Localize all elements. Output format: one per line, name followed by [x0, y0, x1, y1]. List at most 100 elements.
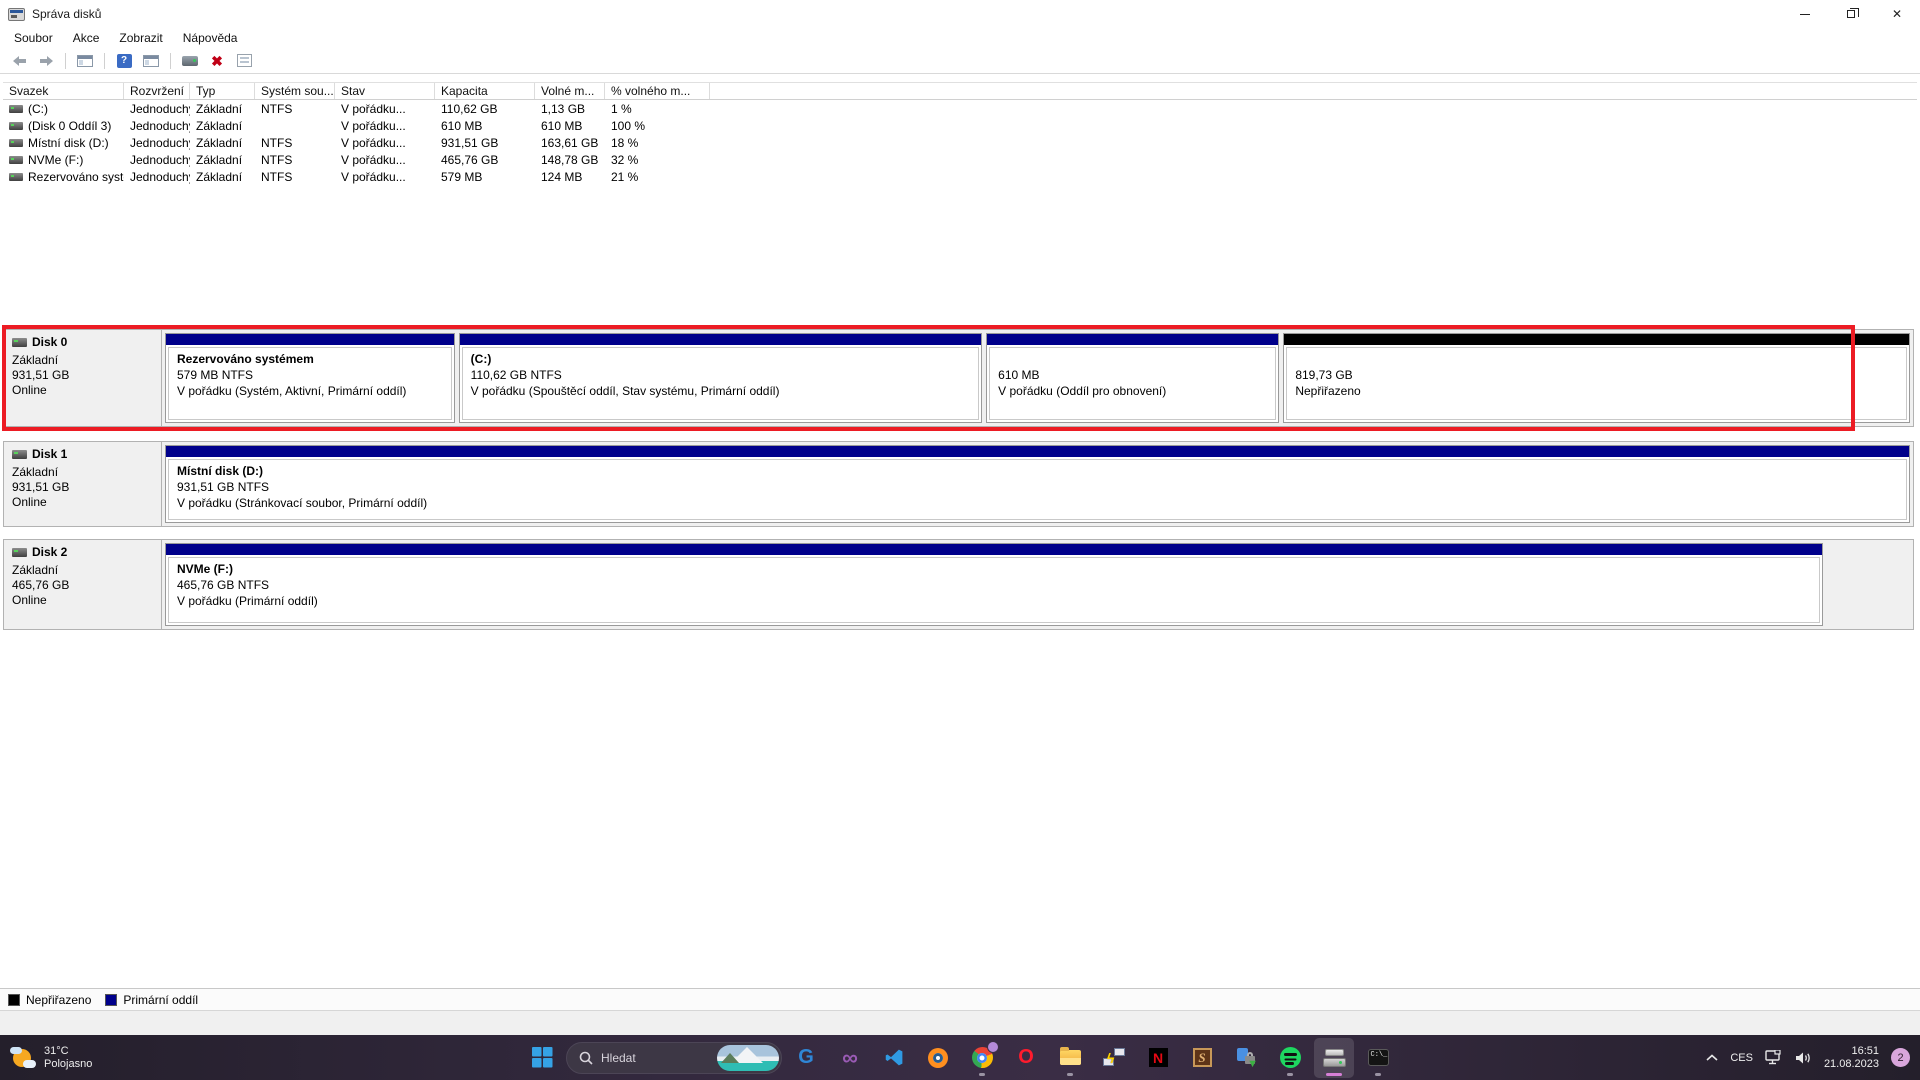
disk-0-row: Disk 0 Základní 931,51 GB Online Rezervo…	[3, 329, 1914, 427]
disk-0-label[interactable]: Disk 0 Základní 931,51 GB Online	[4, 330, 162, 426]
legend-bar: Nepřiřazeno Primární oddíl	[0, 988, 1920, 1010]
action-pane-button[interactable]	[140, 51, 162, 71]
disk-management-window: Správa disků ✕ Soubor Akce Zobrazit Nápo…	[0, 0, 1920, 1035]
disk-status: Online	[12, 495, 153, 510]
console-icon	[143, 55, 159, 67]
spotify-icon[interactable]	[1270, 1038, 1310, 1078]
s-app-icon[interactable]: S	[1182, 1038, 1222, 1078]
column-header-volne[interactable]: Volné m...	[535, 83, 605, 99]
disk-management-icon[interactable]	[1314, 1038, 1354, 1078]
cell-procento: 32 %	[605, 151, 710, 168]
toolbar-separator	[104, 53, 105, 69]
tray-chevron-button[interactable]	[1706, 1054, 1718, 1062]
disk-drive-icon	[12, 450, 27, 459]
table-row[interactable]: NVMe (F:) Jednoduchý Základní NTFS V poř…	[3, 151, 1917, 168]
blender-logo-icon	[928, 1048, 948, 1068]
blender-icon[interactable]	[918, 1038, 958, 1078]
search-input[interactable]: Hledat	[566, 1042, 782, 1074]
column-header-procento[interactable]: % volného m...	[605, 83, 710, 99]
menu-zobrazit[interactable]: Zobrazit	[111, 29, 170, 47]
cell-svazek: Místní disk (D:)	[28, 136, 109, 150]
help-button[interactable]: ?	[113, 51, 135, 71]
restore-button[interactable]	[1828, 0, 1874, 28]
back-button[interactable]	[8, 51, 30, 71]
forward-button[interactable]	[35, 51, 57, 71]
partition-c[interactable]: (C:) 110,62 GB NTFS V pořádku (Spouštěcí…	[459, 333, 983, 423]
disk-icon	[182, 56, 198, 66]
partition-title	[1295, 351, 1898, 367]
minimize-button[interactable]	[1782, 0, 1828, 28]
language-indicator[interactable]: CES	[1730, 1052, 1753, 1064]
column-header-kapacita[interactable]: Kapacita	[435, 83, 535, 99]
vscode-icon[interactable]	[874, 1038, 914, 1078]
speaker-icon	[1795, 1051, 1812, 1065]
network-icon	[1765, 1050, 1783, 1065]
console-tree-button[interactable]	[74, 51, 96, 71]
remote-desktop-icon[interactable]: ϟ	[1094, 1038, 1134, 1078]
cell-typ: Základní	[190, 168, 255, 185]
disk-1-label[interactable]: Disk 1 Základní 931,51 GB Online	[4, 442, 162, 526]
cell-rozvrzeni: Jednoduchý	[124, 151, 190, 168]
lock-icon: ▼	[1236, 1048, 1256, 1068]
table-row[interactable]: Rezervováno systé... Jednoduchý Základní…	[3, 168, 1917, 185]
primary-partition-swatch	[105, 994, 117, 1006]
netflix-icon[interactable]: N	[1138, 1038, 1178, 1078]
column-header-system[interactable]: Systém sou...	[255, 83, 335, 99]
column-header-filler	[710, 83, 1917, 99]
legend-unallocated: Nepřiřazeno	[8, 993, 91, 1007]
menu-napoveda[interactable]: Nápověda	[175, 29, 246, 47]
column-header-svazek[interactable]: Svazek	[3, 83, 124, 99]
column-header-typ[interactable]: Typ	[190, 83, 255, 99]
volume-icon	[9, 173, 23, 181]
table-row[interactable]: (Disk 0 Oddíl 3) Jednoduchý Základní V p…	[3, 117, 1917, 134]
partition-status: V pořádku (Primární oddíl)	[177, 593, 1811, 609]
window-title: Správa disků	[32, 7, 101, 21]
opera-icon[interactable]: O	[1006, 1038, 1046, 1078]
terminal-icon[interactable]: C:\_	[1358, 1038, 1398, 1078]
volume-icon	[9, 105, 23, 113]
cell-svazek: Rezervováno systé...	[28, 170, 124, 184]
security-lock-icon[interactable]: ▼	[1226, 1038, 1266, 1078]
running-indicator	[979, 1073, 985, 1076]
partition-color-bar	[166, 446, 1909, 457]
menu-soubor[interactable]: Soubor	[6, 29, 61, 47]
partition-system-reserved[interactable]: Rezervováno systémem 579 MB NTFS V pořád…	[165, 333, 455, 423]
delete-volume-button[interactable]: ✖	[206, 51, 228, 71]
titlebar: Správa disků ✕	[0, 0, 1920, 28]
unallocated-swatch	[8, 994, 20, 1006]
g-browser-icon[interactable]: G	[786, 1038, 826, 1078]
partition-unallocated[interactable]: 819,73 GB Nepřiřazeno	[1283, 333, 1910, 423]
close-button[interactable]: ✕	[1874, 0, 1920, 28]
table-row[interactable]: (C:) Jednoduchý Základní NTFS V pořádku.…	[3, 100, 1917, 117]
chevron-up-icon	[1706, 1054, 1718, 1062]
volume-icon	[9, 139, 23, 147]
column-header-stav[interactable]: Stav	[335, 83, 435, 99]
visual-studio-icon[interactable]: ∞	[830, 1038, 870, 1078]
legend-label: Primární oddíl	[123, 993, 198, 1007]
volume-button[interactable]	[1795, 1051, 1812, 1065]
disk-2-label[interactable]: Disk 2 Základní 465,76 GB Online	[4, 540, 162, 629]
column-header-rozvrzeni[interactable]: Rozvržení	[124, 83, 190, 99]
partition-status: V pořádku (Stránkovací soubor, Primární …	[177, 495, 1898, 511]
menu-akce[interactable]: Akce	[65, 29, 108, 47]
partition-status: V pořádku (Oddíl pro obnovení)	[998, 383, 1267, 399]
properties-button[interactable]	[233, 51, 255, 71]
status-strip	[0, 1010, 1920, 1035]
disk-drive-icon	[12, 338, 27, 347]
network-button[interactable]	[1765, 1050, 1783, 1065]
partition-recovery[interactable]: 610 MB V pořádku (Oddíl pro obnovení)	[986, 333, 1279, 423]
start-button[interactable]	[522, 1038, 562, 1078]
legend-label: Nepřiřazeno	[26, 993, 91, 1007]
partition-color-bar	[1284, 334, 1909, 345]
partition-d[interactable]: Místní disk (D:) 931,51 GB NTFS V pořádk…	[165, 445, 1910, 523]
bing-image-thumbnail[interactable]	[717, 1045, 779, 1071]
partition-f[interactable]: NVMe (F:) 465,76 GB NTFS V pořádku (Prim…	[165, 543, 1823, 626]
app-icon	[8, 8, 25, 21]
notification-badge[interactable]: 2	[1891, 1048, 1910, 1067]
table-row[interactable]: Místní disk (D:) Jednoduchý Základní NTF…	[3, 134, 1917, 151]
chrome-icon[interactable]	[962, 1038, 1002, 1078]
refresh-disks-button[interactable]	[179, 51, 201, 71]
vscode-logo-icon	[884, 1047, 905, 1068]
clock[interactable]: 16:51 21.08.2023	[1824, 1045, 1879, 1071]
file-explorer-icon[interactable]	[1050, 1038, 1090, 1078]
